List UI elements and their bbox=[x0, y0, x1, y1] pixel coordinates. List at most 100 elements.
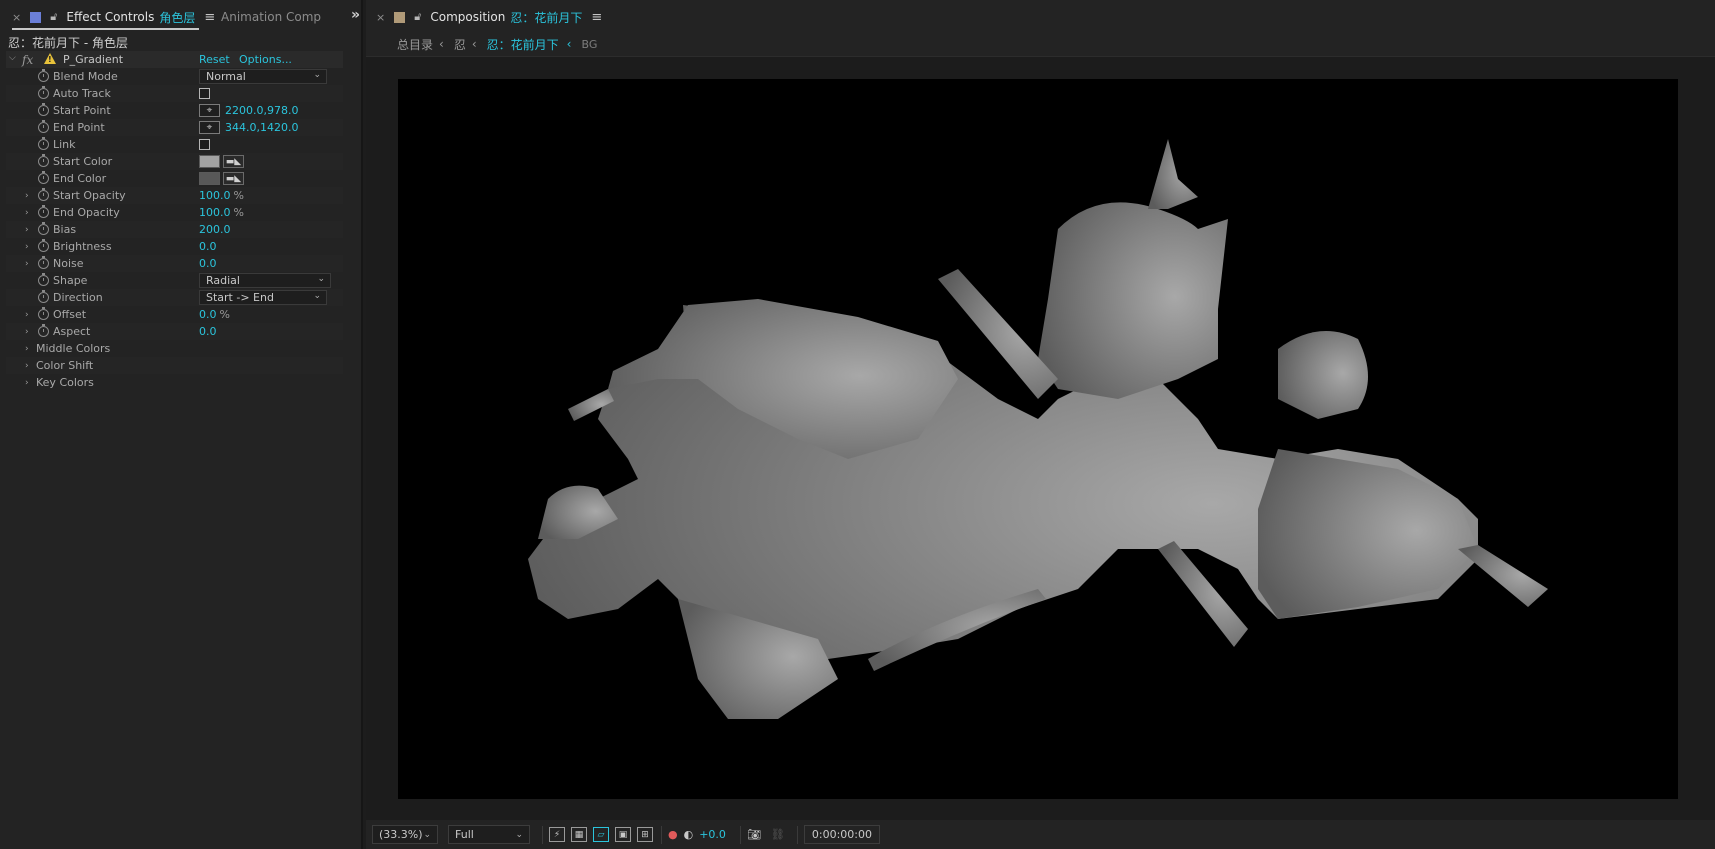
expand-arrow-icon[interactable]: › bbox=[25, 225, 29, 235]
magnification-dropdown[interactable]: (33.3%) ⌄ bbox=[372, 825, 438, 844]
snapshot-icon[interactable]: 📷︎ bbox=[747, 828, 761, 841]
crosshair-icon[interactable]: ⌖ bbox=[199, 104, 220, 117]
stopwatch-icon[interactable] bbox=[38, 171, 49, 184]
stopwatch-icon[interactable] bbox=[38, 239, 49, 252]
stopwatch-icon[interactable] bbox=[38, 205, 49, 218]
property-row-end-color: End Color ▬◣ bbox=[6, 170, 343, 187]
expand-arrow-icon[interactable]: › bbox=[25, 361, 29, 371]
show-snapshot-icon[interactable]: ⛓ bbox=[771, 828, 785, 841]
mask-path-icon[interactable]: ▱ bbox=[593, 827, 609, 842]
close-tab-icon[interactable]: × bbox=[12, 11, 21, 24]
property-row-link: Link bbox=[6, 136, 343, 153]
eyedropper-icon[interactable]: ▬◣ bbox=[223, 172, 244, 185]
stopwatch-icon[interactable] bbox=[38, 137, 49, 150]
stopwatch-icon[interactable] bbox=[38, 273, 49, 286]
unit-label: % bbox=[219, 308, 230, 321]
tab-title: Composition bbox=[430, 10, 506, 24]
expand-arrow-icon[interactable]: › bbox=[25, 378, 29, 388]
stopwatch-icon[interactable] bbox=[38, 154, 49, 167]
panel-menu-icon[interactable]: ≡ bbox=[591, 10, 602, 25]
property-row-start-point: Start Point ⌖ 2200.0,978.0 bbox=[6, 102, 343, 119]
tab-animation-composer[interactable]: Animation Compose bbox=[221, 0, 321, 34]
start-point-value[interactable]: 2200.0,978.0 bbox=[225, 104, 298, 117]
property-row-shape: Shape Radial ⌄ bbox=[6, 272, 343, 289]
stopwatch-icon[interactable] bbox=[38, 307, 49, 320]
fast-previews-icon[interactable]: ⚡ bbox=[549, 827, 565, 842]
exposure-value[interactable]: +0.0 bbox=[699, 828, 726, 841]
composition-canvas[interactable] bbox=[398, 79, 1678, 799]
chevron-down-icon: ⌄ bbox=[313, 70, 321, 80]
grid-guides-icon[interactable]: ⊞ bbox=[637, 827, 653, 842]
effect-property-list: ⌵ fx P_Gradient Reset Options... Blend M… bbox=[6, 51, 343, 391]
chevron-left-icon: ‹ bbox=[471, 37, 477, 51]
eyedropper-icon[interactable]: ▬◣ bbox=[223, 155, 244, 168]
aspect-value[interactable]: 0.0 bbox=[199, 325, 217, 338]
expand-tabs-icon[interactable]: » bbox=[351, 7, 360, 23]
transparency-grid-icon[interactable]: ▦ bbox=[571, 827, 587, 842]
lock-icon[interactable]: 🔓︎ bbox=[50, 10, 57, 24]
stopwatch-icon[interactable] bbox=[38, 188, 49, 201]
exposure-reset-icon[interactable]: ◐ bbox=[684, 828, 694, 841]
shape-dropdown[interactable]: Radial ⌄ bbox=[199, 273, 331, 288]
start-opacity-value[interactable]: 100.0 bbox=[199, 189, 231, 202]
crosshair-icon[interactable]: ⌖ bbox=[199, 121, 220, 134]
effect-name: P_Gradient bbox=[63, 53, 124, 66]
fx-icon[interactable]: fx bbox=[22, 53, 33, 67]
group-row-middle-colors[interactable]: › Middle Colors bbox=[6, 340, 343, 357]
unit-label: % bbox=[233, 206, 244, 219]
offset-value[interactable]: 0.0 bbox=[199, 308, 217, 321]
stopwatch-icon[interactable] bbox=[38, 120, 49, 133]
expand-arrow-icon[interactable]: › bbox=[25, 327, 29, 337]
end-opacity-value[interactable]: 100.0 bbox=[199, 206, 231, 219]
close-tab-icon[interactable]: × bbox=[376, 11, 385, 24]
stopwatch-icon[interactable] bbox=[38, 69, 49, 82]
end-point-value[interactable]: 344.0,1420.0 bbox=[225, 121, 298, 134]
start-color-swatch[interactable] bbox=[199, 155, 220, 168]
stopwatch-icon[interactable] bbox=[38, 222, 49, 235]
link-checkbox[interactable] bbox=[199, 139, 210, 150]
stopwatch-icon[interactable] bbox=[38, 256, 49, 269]
group-row-color-shift[interactable]: › Color Shift bbox=[6, 357, 343, 374]
composition-panel: × 🔓︎ Composition 忍：花前月下 ≡ 总目录 ‹ 忍 ‹ 忍：花前… bbox=[366, 0, 1715, 849]
expand-arrow-icon[interactable]: › bbox=[25, 344, 29, 354]
brightness-value[interactable]: 0.0 bbox=[199, 240, 217, 253]
expand-arrow-icon[interactable]: › bbox=[25, 208, 29, 218]
reset-button[interactable]: Reset bbox=[199, 53, 230, 66]
composition-viewer[interactable] bbox=[366, 56, 1715, 820]
group-row-key-colors[interactable]: › Key Colors bbox=[6, 374, 343, 391]
stopwatch-icon[interactable] bbox=[38, 86, 49, 99]
expand-arrow-icon[interactable]: › bbox=[25, 259, 29, 269]
auto-track-checkbox[interactable] bbox=[199, 88, 210, 99]
breadcrumb-parent[interactable]: 忍 bbox=[454, 36, 466, 53]
property-row-bias: › Bias 200.0 bbox=[6, 221, 343, 238]
stopwatch-icon[interactable] bbox=[38, 324, 49, 337]
breadcrumb-current[interactable]: 忍：花前月下 bbox=[487, 36, 559, 53]
tab-composition[interactable]: × 🔓︎ Composition 忍：花前月下 ≡ bbox=[376, 0, 602, 34]
blend-mode-dropdown[interactable]: Normal ⌄ bbox=[199, 69, 327, 84]
noise-value[interactable]: 0.0 bbox=[199, 257, 217, 270]
expand-arrow-icon[interactable]: › bbox=[25, 242, 29, 252]
resolution-dropdown[interactable]: Full ⌄ bbox=[448, 825, 530, 844]
property-label: Bias bbox=[53, 223, 77, 236]
expand-arrow-icon[interactable]: › bbox=[25, 191, 29, 201]
effect-header-row[interactable]: ⌵ fx P_Gradient Reset Options... bbox=[6, 51, 343, 68]
expand-arrow-icon[interactable]: › bbox=[25, 310, 29, 320]
character-silhouette bbox=[528, 139, 1548, 719]
lock-icon[interactable]: 🔓︎ bbox=[414, 10, 421, 24]
chevron-down-icon: ⌄ bbox=[313, 291, 321, 301]
breadcrumb-root[interactable]: 总目录 bbox=[397, 36, 433, 53]
stopwatch-icon[interactable] bbox=[38, 290, 49, 303]
end-color-swatch[interactable] bbox=[199, 172, 220, 185]
comp-color-icon bbox=[394, 11, 406, 23]
region-of-interest-icon[interactable]: ▣ bbox=[615, 827, 631, 842]
panel-menu-icon[interactable]: ≡ bbox=[204, 10, 215, 25]
current-time-field[interactable]: 0:00:00:00 bbox=[803, 825, 880, 844]
bias-value[interactable]: 200.0 bbox=[199, 223, 231, 236]
property-label: Link bbox=[53, 138, 76, 151]
color-channels-icon[interactable]: ● bbox=[668, 828, 678, 841]
collapse-arrow-icon[interactable]: ⌵ bbox=[9, 53, 16, 63]
options-button[interactable]: Options... bbox=[239, 53, 292, 66]
breadcrumb-next[interactable]: BG bbox=[581, 38, 597, 51]
direction-dropdown[interactable]: Start -> End ⌄ bbox=[199, 290, 327, 305]
stopwatch-icon[interactable] bbox=[38, 103, 49, 116]
